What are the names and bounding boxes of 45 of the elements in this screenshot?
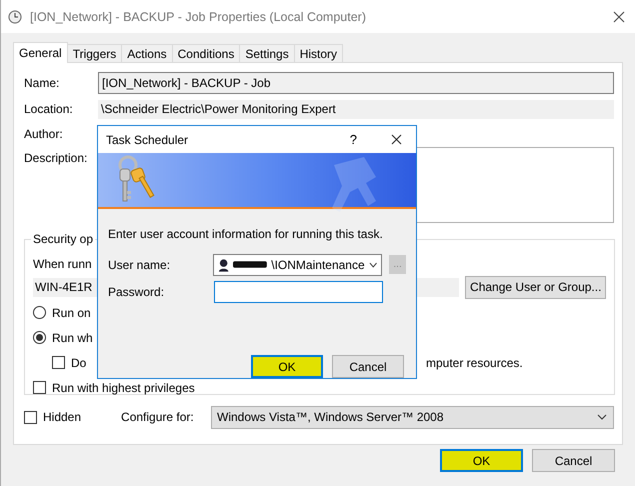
dialog-button[interactable]: Cancel	[532, 449, 615, 472]
password-field[interactable]	[214, 280, 383, 302]
when-label: When runn	[33, 257, 92, 271]
checkbox[interactable]	[52, 356, 65, 369]
hidden-label: Hidden	[43, 410, 82, 424]
name-field[interactable]: [ION_Network] - BACKUP - Job	[98, 72, 614, 94]
location-value: \Schneider Electric\Power Monitoring Expert	[98, 100, 614, 118]
option-label: Do	[71, 356, 86, 370]
radio-button[interactable]	[33, 331, 46, 344]
window-title: [ION_Network] - BACKUP - Job Properties (Local Computer)	[30, 10, 367, 24]
option-label: Run on	[52, 306, 91, 320]
dialog-button[interactable]: OK	[251, 355, 323, 378]
clock-icon	[8, 10, 22, 24]
field-label: Location:	[24, 102, 74, 116]
close-icon[interactable]	[613, 10, 625, 22]
user-name-combo[interactable]: \IONMaintenance	[213, 254, 382, 276]
dialog-button[interactable]: Cancel	[332, 355, 404, 378]
field-label: User name:	[108, 258, 172, 272]
tab[interactable]: Settings	[239, 44, 295, 63]
group-title: Security op	[31, 232, 96, 246]
checkbox[interactable]	[24, 410, 37, 424]
help-button[interactable]: ?	[350, 132, 357, 147]
radio-button[interactable]	[33, 306, 46, 319]
dialog-title: Task Scheduler	[106, 132, 190, 146]
user-icon	[218, 258, 230, 272]
redaction-mark	[233, 260, 268, 269]
tab[interactable]: Triggers	[66, 44, 122, 63]
configure-label: Configure for:	[121, 410, 194, 424]
prompt-text: Enter user account information for running this task.	[108, 227, 384, 241]
chevron-icon	[368, 262, 378, 268]
tab[interactable]: History	[294, 44, 344, 63]
option-label: Run wh	[52, 330, 93, 344]
change-user-button[interactable]: Change User or Group...	[465, 276, 606, 298]
field-label: Password:	[108, 284, 166, 298]
option-label: mputer resources.	[426, 356, 524, 370]
tab[interactable]: General	[13, 42, 68, 63]
field-label: Name:	[24, 76, 60, 90]
chevron-icon	[597, 414, 607, 420]
field-label: Author:	[24, 127, 64, 141]
checkbox[interactable]	[33, 381, 46, 394]
dialog-button[interactable]: OK	[440, 449, 523, 472]
field-label: Description:	[24, 151, 88, 165]
configure-dropdown[interactable]: Windows Vista™, Windows Server™ 2008	[211, 406, 614, 428]
close-icon[interactable]	[391, 134, 402, 145]
option-label: Run with highest privileges	[52, 380, 195, 394]
